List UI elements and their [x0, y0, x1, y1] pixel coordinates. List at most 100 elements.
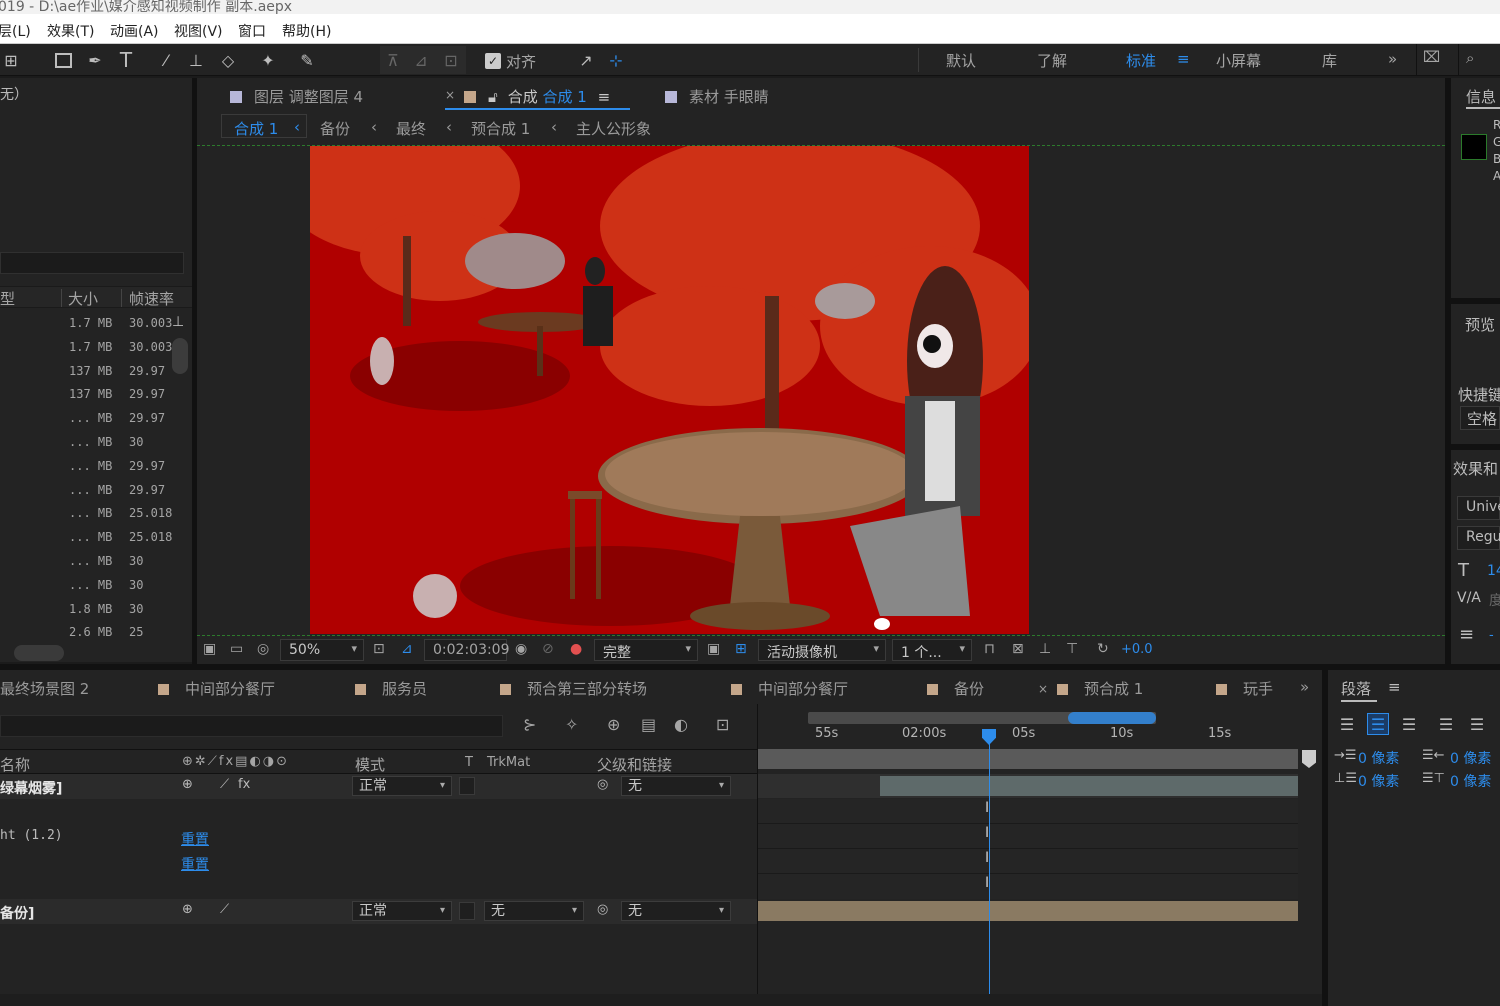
project-item-row[interactable]: ... MB 29.97 — [0, 478, 190, 502]
timeline-search-input[interactable] — [0, 715, 503, 737]
tab-composition[interactable]: 🔓︎ 合成 合成 1 ≡ — [464, 86, 610, 107]
trkmat-dropdown[interactable]: 无 ▾ — [484, 901, 584, 921]
shortcut-dropdown[interactable]: 空格 — [1460, 406, 1500, 430]
layer-duration-bar[interactable] — [880, 776, 1298, 796]
timeline-tab[interactable]: 服务员 — [355, 678, 427, 699]
project-search-input[interactable] — [0, 252, 184, 274]
menu-layer[interactable]: 层(L) — [0, 21, 31, 41]
project-item-row[interactable]: 1.7 MB 30.003 — [0, 311, 190, 335]
comp-mini-flowchart-icon[interactable]: ⊱ — [523, 715, 536, 734]
menu-help[interactable]: 帮助(H) — [282, 21, 331, 41]
composition-viewer[interactable] — [310, 146, 1029, 634]
workspace-menu-icon[interactable]: ≡ — [1177, 50, 1190, 68]
search-help-icon[interactable]: ⌕ — [1466, 49, 1474, 67]
local-axis-icon[interactable]: ⊼ — [382, 49, 404, 71]
workspace-learn[interactable]: 了解 — [1037, 50, 1067, 71]
flowchart-icon[interactable]: ⊥ — [172, 314, 188, 338]
lock-icon[interactable]: 🔓︎ — [488, 88, 498, 106]
work-area-bar[interactable] — [758, 749, 1298, 769]
shy-layers-icon[interactable]: ⊕ — [607, 715, 620, 734]
col-layer-name[interactable]: 名称 — [0, 754, 30, 775]
project-item-row[interactable]: 137 MB 29.97 — [0, 382, 190, 406]
menu-view[interactable]: 视图(V) — [174, 21, 223, 41]
camera-dropdown[interactable]: 活动摄像机 ▾ — [758, 639, 886, 661]
snapping-checkbox[interactable]: ✓ — [485, 53, 501, 69]
align-left-icon[interactable]: ☰ — [1336, 713, 1358, 735]
pen-tool-icon[interactable]: ✒ — [84, 49, 106, 71]
font-size-value[interactable]: 14 — [1487, 563, 1500, 579]
indent-left-value[interactable]: 0 像素 — [1358, 748, 1399, 768]
snapshot-icon[interactable]: ◉ — [515, 641, 527, 657]
more-tabs-icon[interactable]: » — [1300, 678, 1309, 696]
indent-right-value[interactable]: 0 像素 — [1450, 748, 1491, 768]
project-item-row[interactable]: ... MB 29.97 — [0, 406, 190, 430]
parent-dropdown[interactable]: 无 ▾ — [621, 901, 731, 921]
project-item-row[interactable]: 2.6 MB 25 — [0, 620, 190, 644]
timeline-tab[interactable]: 中间部分餐厅 — [158, 678, 275, 699]
parent-pickwhip-icon[interactable]: ◎ — [597, 777, 608, 792]
col-t[interactable]: T — [465, 755, 473, 770]
project-item-row[interactable]: 1.7 MB 30.003 — [0, 335, 190, 359]
always-preview-icon[interactable]: ▣ — [203, 641, 216, 657]
timeline-tab[interactable]: 预合成 1 — [1057, 678, 1143, 699]
panel-menu-icon[interactable]: ≡ — [1388, 678, 1401, 696]
exposure-value[interactable]: +0.0 — [1121, 642, 1153, 657]
parent-pickwhip-icon[interactable]: ◎ — [597, 902, 608, 917]
workspace-standard[interactable]: 标准 — [1126, 50, 1156, 71]
channel-icon[interactable]: ● — [570, 641, 582, 657]
col-trkmat[interactable]: TrkMat — [487, 755, 530, 770]
workspace-default[interactable]: 默认 — [946, 50, 976, 71]
zoom-dropdown[interactable]: 50% ▾ — [280, 639, 364, 661]
view-axis-icon[interactable]: ⊡ — [440, 49, 462, 71]
monitor-icon[interactable]: ▭ — [230, 641, 243, 657]
graph-editor-icon[interactable]: ⊡ — [716, 715, 729, 734]
tab-footage[interactable]: 素材 手眼睛 — [665, 86, 769, 107]
info-tab[interactable]: 信息 — [1466, 86, 1496, 107]
workspace-libraries[interactable]: 库 — [1322, 50, 1337, 71]
justify-left-icon[interactable]: ☰ — [1435, 713, 1457, 735]
line-spacing-value[interactable]: - — [1489, 628, 1494, 643]
layer-row[interactable]: 绿幕烟雾] ⊕ ⟋ fx 正常 ▾ ◎ 无 ▾ — [0, 774, 757, 799]
project-item-row[interactable]: 1.8 MB 30 — [0, 597, 190, 621]
timecode-display[interactable]: 0:02:03:09 — [424, 639, 510, 661]
project-item-row[interactable]: 137 MB 29.97 — [0, 359, 190, 383]
paragraph-tab[interactable]: 段落 — [1341, 678, 1371, 699]
font-family-dropdown[interactable]: Unive — [1457, 496, 1500, 520]
timeline-tab[interactable]: 最终场景图 2 — [0, 678, 89, 699]
project-item-row[interactable]: ... MB 30 — [0, 573, 190, 597]
project-h-scrollbar[interactable] — [14, 645, 64, 661]
more-workspaces-icon[interactable]: » — [1388, 50, 1397, 68]
timeline-tab[interactable]: 中间部分餐厅 — [731, 678, 848, 699]
snap-option-icon[interactable]: ↗ — [575, 49, 597, 71]
toggle-pixel-aspect-icon[interactable]: ⊓ — [984, 641, 995, 657]
reset-link[interactable]: 重置 — [181, 854, 209, 874]
project-scrollbar[interactable] — [172, 338, 188, 374]
puppet-pin-tool-icon[interactable]: ✎ — [296, 49, 318, 71]
mode-dropdown[interactable]: 正常 ▾ — [352, 901, 452, 921]
breadcrumb-backup[interactable]: 备份 — [320, 118, 350, 139]
reset-link[interactable]: 重置 — [181, 829, 209, 849]
eraser-tool-icon[interactable]: ◇ — [217, 49, 239, 71]
layer-duration-bar[interactable] — [758, 901, 1298, 921]
project-item-row[interactable]: ... MB 30 — [0, 430, 190, 454]
region-of-interest-icon[interactable]: ⊿ — [401, 641, 413, 657]
project-item-row[interactable]: ... MB 25.018 — [0, 501, 190, 525]
preserve-transparency-checkbox[interactable] — [459, 902, 475, 920]
timeline-icon[interactable]: ⊥ — [1039, 641, 1051, 657]
menu-effects[interactable]: 效果(T) — [47, 21, 94, 41]
transparency-grid-icon[interactable]: ⊞ — [735, 641, 747, 657]
col-mode[interactable]: 模式 — [355, 754, 385, 775]
timeline-tab[interactable]: 备份 — [927, 678, 984, 699]
preview-tab[interactable]: 预览 — [1465, 314, 1495, 335]
mode-dropdown[interactable]: 正常 ▾ — [352, 776, 452, 796]
menu-animation[interactable]: 动画(A) — [110, 21, 159, 41]
clone-stamp-tool-icon[interactable]: ⊥ — [185, 49, 207, 71]
draft-3d-icon[interactable]: ✧ — [565, 715, 578, 734]
effects-presets-tab[interactable]: 效果和 — [1453, 458, 1498, 479]
resolution-dropdown[interactable]: 完整 ▾ — [594, 639, 698, 661]
time-navigator-handle[interactable] — [1068, 712, 1156, 724]
font-style-dropdown[interactable]: Regul — [1457, 526, 1500, 550]
motion-blur-icon[interactable]: ◐ — [674, 715, 688, 734]
timeline-tab[interactable]: 玩手 — [1216, 678, 1273, 699]
preserve-transparency-checkbox[interactable] — [459, 777, 475, 795]
